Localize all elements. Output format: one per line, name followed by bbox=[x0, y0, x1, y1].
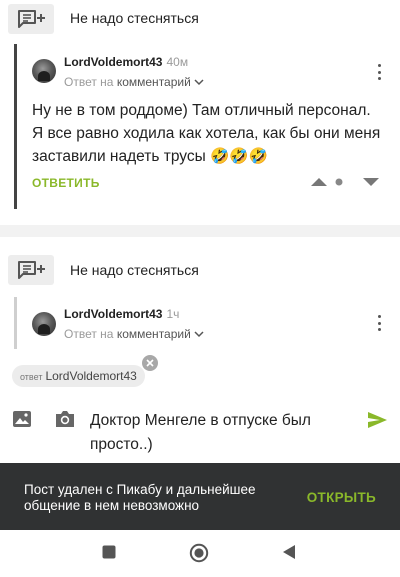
reply-link[interactable]: комментарий bbox=[117, 75, 191, 89]
author-name: LordVoldemort43 bbox=[64, 55, 163, 69]
thread-separator bbox=[0, 225, 400, 237]
thread-title: Не надо стесняться bbox=[70, 262, 199, 278]
camera-icon[interactable] bbox=[54, 409, 76, 428]
more-vert-icon[interactable] bbox=[372, 315, 386, 331]
comment: LordVoldemort43 40м Ответ на комментарий … bbox=[14, 44, 400, 209]
comments-plus-icon bbox=[8, 255, 54, 285]
reply-prefix: Ответ на bbox=[64, 327, 114, 341]
home-icon[interactable] bbox=[189, 543, 209, 563]
more-vert-icon[interactable] bbox=[372, 64, 386, 80]
thread-header[interactable]: Не надо стесняться bbox=[0, 250, 400, 290]
avatar[interactable] bbox=[32, 312, 56, 336]
chevron-down-icon bbox=[194, 331, 204, 338]
image-icon[interactable] bbox=[12, 410, 32, 428]
chevron-down-icon bbox=[194, 79, 204, 86]
thread-title: Не надо стесняться bbox=[70, 10, 199, 26]
send-icon[interactable] bbox=[367, 411, 388, 429]
snackbar-open-button[interactable]: ОТКРЫТЬ bbox=[307, 490, 376, 505]
reply-button[interactable]: ОТВЕТИТЬ bbox=[32, 176, 100, 190]
comment-author[interactable]: LordVoldemort43 1ч bbox=[64, 307, 179, 321]
close-icon[interactable] bbox=[142, 355, 158, 371]
system-nav-bar bbox=[0, 530, 400, 577]
avatar[interactable] bbox=[32, 59, 56, 83]
reply-link[interactable]: комментарий bbox=[117, 327, 191, 341]
comment: LordVoldemort43 1ч Ответ на комментарий bbox=[14, 297, 400, 349]
thread-header[interactable]: Не надо стесняться bbox=[0, 0, 400, 40]
vote-up-icon[interactable] bbox=[310, 177, 328, 187]
reply-prefix: Ответ на bbox=[64, 75, 114, 89]
thread-line bbox=[14, 44, 17, 209]
thread-line bbox=[14, 297, 17, 349]
comment-author[interactable]: LordVoldemort43 40м bbox=[64, 55, 188, 69]
comment-text: Ну не в том роддоме) Там отличный персон… bbox=[32, 102, 381, 165]
snackbar: Пост удален с Пикабу и дальнейшее общени… bbox=[0, 463, 400, 530]
vote-down-icon[interactable] bbox=[362, 177, 380, 187]
reply-to-line[interactable]: Ответ на комментарий bbox=[64, 327, 204, 341]
comment-input[interactable]: Доктор Менгеле в отпуске был просто..) bbox=[90, 409, 350, 457]
rating-dot-icon bbox=[335, 178, 343, 186]
back-icon[interactable] bbox=[282, 544, 296, 560]
reply-to-line[interactable]: Ответ на комментарий bbox=[64, 75, 204, 89]
reply-to-user: LordVoldemort43 bbox=[45, 369, 137, 383]
snackbar-message: Пост удален с Пикабу и дальнейшее общени… bbox=[24, 482, 256, 513]
comments-plus-icon bbox=[8, 4, 54, 34]
reply-to-chip: ответ LordVoldemort43 bbox=[12, 365, 145, 387]
comment-time: 40м bbox=[166, 55, 189, 69]
recent-apps-icon[interactable] bbox=[102, 545, 116, 559]
comment-time: 1ч bbox=[166, 307, 180, 321]
reply-to-prefix: ответ bbox=[20, 372, 43, 382]
author-name: LordVoldemort43 bbox=[64, 307, 163, 321]
